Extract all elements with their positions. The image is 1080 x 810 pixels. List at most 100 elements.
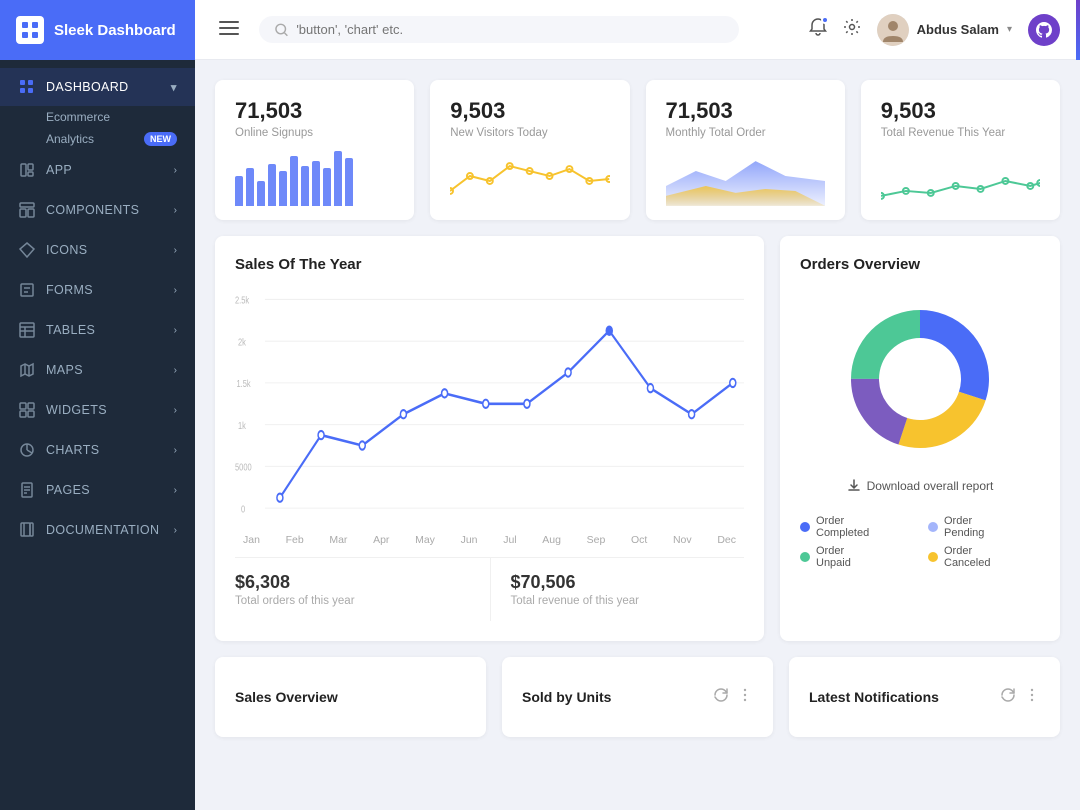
chevron-right-icon-6: › [174, 365, 177, 376]
accent-bar [1076, 0, 1080, 60]
orders-legend: OrderCompleted OrderPending OrderUnpaid … [800, 515, 1040, 569]
sidebar-item-widgets[interactable]: WIDGETS › [0, 390, 195, 430]
notifications-button[interactable] [809, 18, 827, 41]
download-report-button[interactable]: Download overall report [847, 473, 994, 499]
donut-chart [840, 299, 1000, 459]
tables-icon [18, 321, 36, 339]
documentation-label: DOCUMENTATION [46, 523, 159, 537]
grid-icon [18, 78, 36, 96]
stat-card-signups: 71,503 Online Signups [215, 80, 414, 220]
chevron-right-icon-10: › [174, 525, 177, 536]
stat-card-revenue: 9,503 Total Revenue This Year [861, 80, 1060, 220]
refresh-icon-2[interactable] [1000, 687, 1016, 708]
search-box[interactable] [259, 16, 739, 43]
sidebar-item-analytics[interactable]: Analytics NEW [0, 128, 195, 150]
sidebar-item-dashboard[interactable]: DASHBOARD ▾ [0, 68, 195, 106]
stat-number-signups: 71,503 [235, 98, 394, 124]
avatar [877, 14, 909, 46]
user-dropdown-icon: ▾ [1007, 24, 1012, 35]
legend-label-pending: OrderPending [944, 515, 984, 539]
total-orders: $6,308 Total orders of this year [235, 558, 490, 621]
sidebar-item-ecommerce[interactable]: Ecommerce [0, 106, 195, 128]
legend-label-unpaid: OrderUnpaid [816, 545, 851, 569]
sidebar: Sleek Dashboard DASHBOARD ▾ Ecommerce An… [0, 0, 195, 810]
stat-number-revenue: 9,503 [881, 98, 1040, 124]
refresh-icon[interactable] [713, 687, 729, 708]
icons-label: ICONS [46, 243, 87, 257]
line-chart-revenue [881, 151, 1040, 206]
stat-label-revenue: Total Revenue This Year [881, 127, 1040, 139]
user-name: Abdus Salam [917, 22, 999, 37]
stat-number-orders: 71,503 [666, 98, 825, 124]
svg-text:1.5k: 1.5k [236, 378, 251, 389]
chevron-right-icon-9: › [174, 485, 177, 496]
sales-chart-area: 2.5k 2k 1.5k 1k 5000 0 [235, 289, 744, 549]
sidebar-item-pages[interactable]: PAGES › [0, 470, 195, 510]
sidebar-nav: DASHBOARD ▾ Ecommerce Analytics NEW APP [0, 60, 195, 810]
forms-label: FORMS [46, 283, 93, 297]
sidebar-item-app[interactable]: APP › [0, 150, 195, 190]
charts-label: CHARTS [46, 443, 99, 457]
legend-label-canceled: OrderCanceled [944, 545, 990, 569]
total-orders-num: $6,308 [235, 572, 490, 593]
components-label: COMPONENTS [46, 203, 139, 217]
svg-text:0: 0 [241, 503, 245, 514]
stat-number-visitors: 9,503 [450, 98, 609, 124]
svg-text:5000: 5000 [235, 461, 252, 472]
chevron-right-icon-5: › [174, 325, 177, 336]
legend-completed: OrderCompleted [800, 515, 912, 539]
chevron-right-icon: › [174, 165, 177, 176]
dashboard-label: DASHBOARD [46, 80, 129, 94]
menu-button[interactable] [215, 15, 243, 44]
month-sep: Sep [587, 534, 606, 546]
svg-text:2.5k: 2.5k [235, 294, 250, 305]
stat-card-visitors: 9,503 New Visitors Today [430, 80, 629, 220]
sidebar-item-components[interactable]: COMPONENTS › [0, 190, 195, 230]
maps-icon [18, 361, 36, 379]
line-chart-visitors [450, 151, 609, 206]
pages-icon [18, 481, 36, 499]
month-apr: Apr [373, 534, 389, 546]
legend-dot-unpaid [800, 552, 810, 562]
logo-icon [16, 16, 44, 44]
sold-by-units-card: Sold by Units [502, 657, 773, 737]
sidebar-item-maps[interactable]: MAPS › [0, 350, 195, 390]
notification-dot [821, 16, 829, 24]
sales-chart-card: Sales Of The Year 2.5k 2k 1.5k [215, 236, 764, 641]
sold-by-units-title: Sold by Units [522, 689, 611, 705]
settings-button[interactable] [843, 18, 861, 41]
total-revenue-label: Total revenue of this year [511, 595, 745, 607]
sidebar-item-charts[interactable]: CHARTS › [0, 430, 195, 470]
sales-overview-title: Sales Overview [235, 689, 338, 705]
month-jan: Jan [243, 534, 260, 546]
app-label: APP [46, 163, 72, 177]
svg-text:2k: 2k [238, 336, 246, 347]
chevron-right-icon-8: › [174, 445, 177, 456]
download-label: Download overall report [867, 479, 994, 493]
month-aug: Aug [542, 534, 561, 546]
middle-row: Sales Of The Year 2.5k 2k 1.5k [215, 236, 1060, 641]
maps-label: MAPS [46, 363, 83, 377]
sidebar-item-documentation[interactable]: DOCUMENTATION › [0, 510, 195, 550]
more-options-icon-2[interactable] [1024, 687, 1040, 708]
orders-overview-card: Orders Overview [780, 236, 1060, 641]
month-jun: Jun [461, 534, 478, 546]
sidebar-item-icons[interactable]: ICONS › [0, 230, 195, 270]
user-info[interactable]: Abdus Salam ▾ [877, 14, 1012, 46]
content-area: 71,503 Online Signups [195, 60, 1080, 810]
more-options-icon[interactable] [737, 687, 753, 708]
app-icon [18, 161, 36, 179]
github-button[interactable] [1028, 14, 1060, 46]
diamond-icon [18, 241, 36, 259]
docs-icon [18, 521, 36, 539]
latest-notifications-title: Latest Notifications [809, 689, 939, 705]
topbar: Abdus Salam ▾ [195, 0, 1080, 60]
sidebar-item-tables[interactable]: TABLES › [0, 310, 195, 350]
search-input[interactable] [296, 22, 723, 37]
sidebar-item-forms[interactable]: FORMS › [0, 270, 195, 310]
month-jul: Jul [503, 534, 516, 546]
chevron-right-icon-2: › [174, 205, 177, 216]
brand-name: Sleek Dashboard [54, 22, 176, 39]
bottom-row: Sales Overview Sold by Units [215, 657, 1060, 737]
mountain-chart-orders [666, 151, 825, 206]
